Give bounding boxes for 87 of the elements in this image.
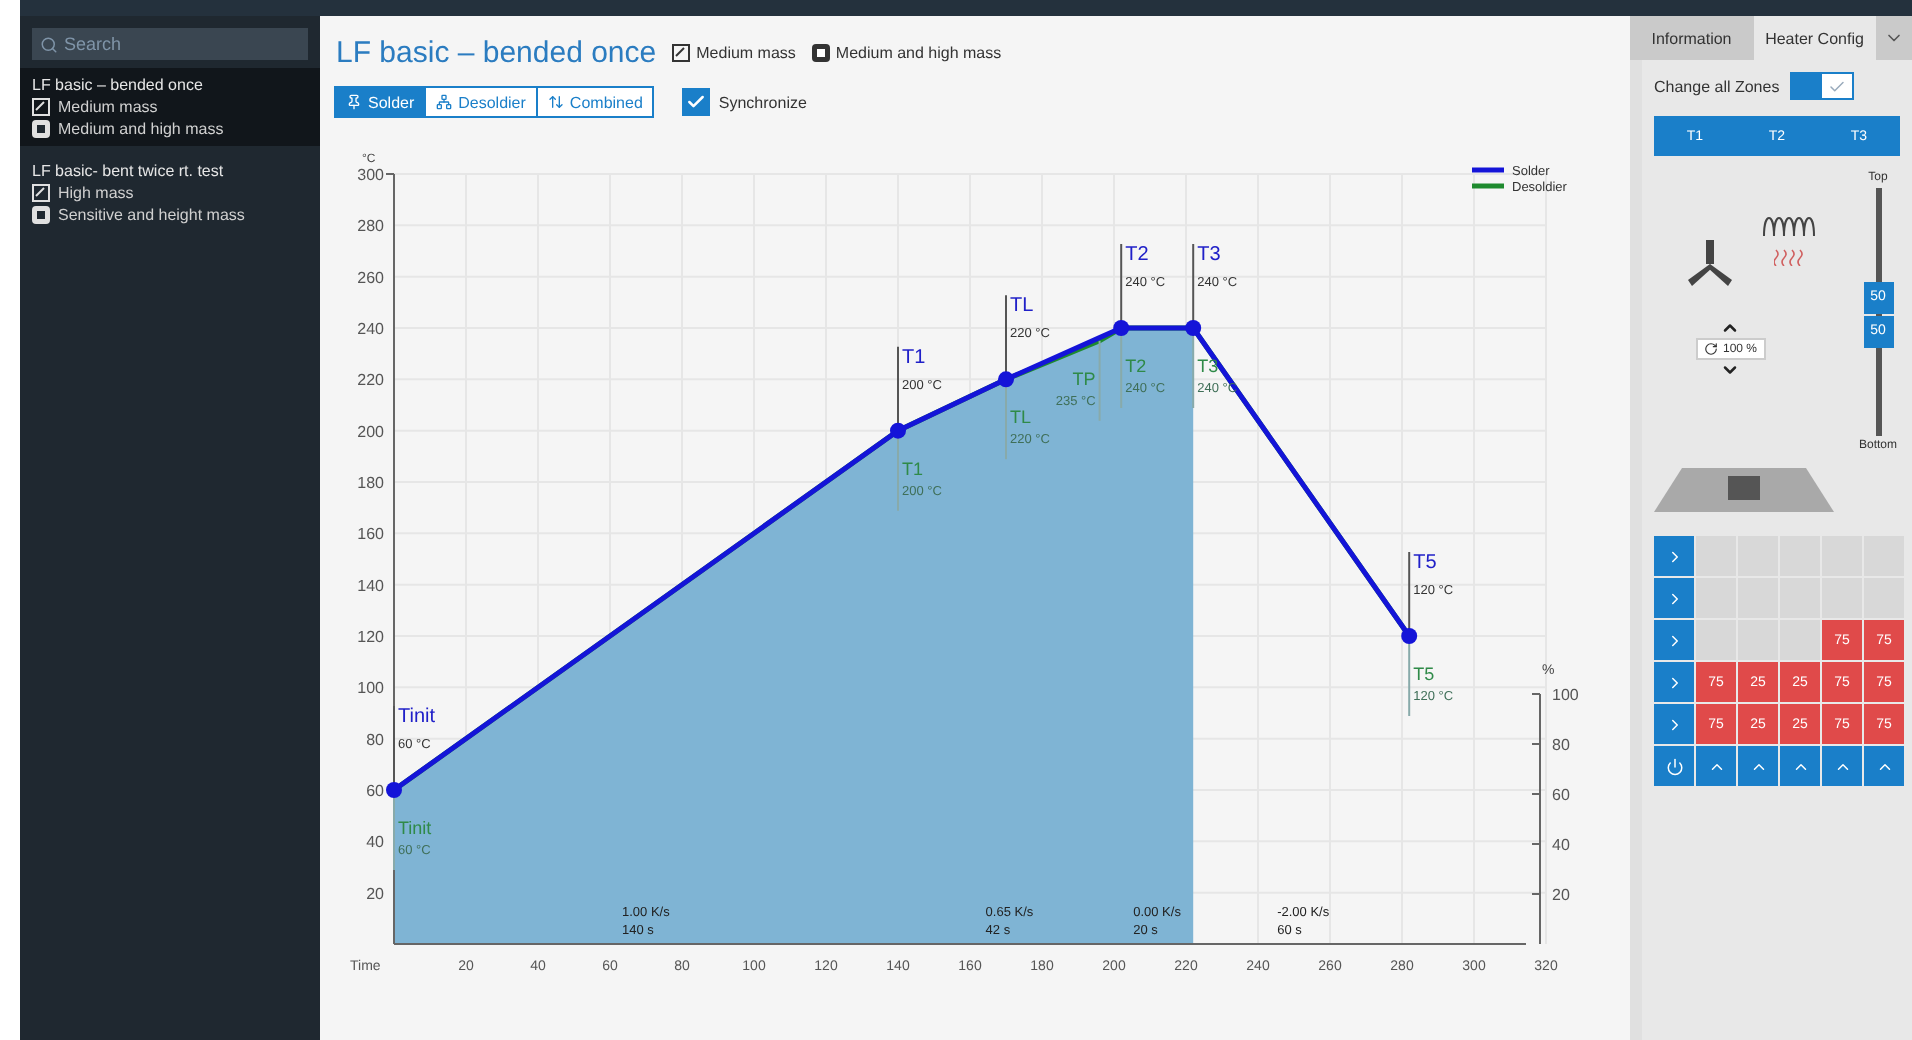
refresh-icon: [1704, 342, 1719, 356]
axis-tick-label: 140: [357, 576, 384, 595]
profile-group[interactable]: LF basic – bended once Medium mass Medium and high mass: [20, 68, 320, 146]
point-label: T1: [902, 458, 924, 479]
square-icon: [32, 98, 50, 116]
point-label: T5: [1413, 664, 1435, 684]
column-button[interactable]: [1738, 746, 1778, 786]
fan-icon: [1683, 240, 1735, 288]
point-label: TP: [1072, 368, 1096, 389]
chip-icon: [32, 206, 50, 224]
row-button[interactable]: [1654, 662, 1694, 702]
profile-title: LF basic – bended once: [336, 36, 657, 70]
dropdown-button[interactable]: [1876, 16, 1912, 60]
point-label: T3: [1197, 356, 1219, 376]
group-item[interactable]: Sensitive and height mass: [58, 206, 245, 224]
square-icon: [32, 184, 50, 202]
group-item[interactable]: Medium mass: [58, 98, 158, 116]
row-button[interactable]: [1654, 536, 1694, 576]
toggle-switch[interactable]: [1789, 72, 1854, 100]
axis-tick-label: 200: [357, 422, 384, 441]
decrease-icon[interactable]: [1720, 360, 1741, 380]
heating-coil-icon: [1759, 212, 1819, 240]
panel-tab[interactable]: Heater Config: [1753, 16, 1876, 60]
axis-tick-label: 120: [357, 628, 384, 646]
axis-tick-label: 240: [357, 320, 384, 338]
checkbox-label: Synchronize: [718, 93, 807, 111]
mass-label: Medium and high mass: [835, 44, 1002, 62]
group-title: LF basic- bent twice rt. test: [32, 162, 226, 180]
toggle-label: Change all Zones: [1654, 77, 1780, 95]
panel-tab[interactable]: Information: [1630, 16, 1753, 60]
point-label: T1: [902, 346, 926, 369]
point-label: T3: [1197, 244, 1221, 266]
mode-tab[interactable]: Combined: [535, 86, 655, 118]
axis-tick-label: 20: [1552, 886, 1570, 904]
column-button[interactable]: [1864, 746, 1904, 786]
chip-icon: [811, 44, 830, 62]
legend-swatch: [1472, 167, 1504, 173]
axis-tick-label: 60: [1552, 786, 1570, 804]
group-item[interactable]: High mass: [58, 184, 134, 202]
point-label: T2: [1125, 356, 1147, 376]
arrows-icon: [547, 94, 564, 110]
point-label: T2: [1125, 244, 1149, 266]
axis-tick-label: 80: [366, 730, 384, 749]
axis-tick-label: 220: [357, 371, 384, 390]
axis-tick-label: 40: [1552, 836, 1570, 854]
point-label: TL: [1010, 407, 1032, 428]
axis-tick-label: 60: [366, 782, 384, 800]
chip-icon: [32, 120, 50, 138]
mode-tab[interactable]: Desoldier: [424, 86, 538, 118]
axis-tick-label: 40: [366, 833, 384, 852]
power-icon: [1665, 757, 1683, 775]
point-label: TL: [1010, 295, 1034, 318]
legend-swatch: [1472, 183, 1504, 189]
row-button[interactable]: [1654, 578, 1694, 618]
square-icon: [672, 44, 691, 62]
column-button[interactable]: [1780, 746, 1820, 786]
network-icon: [436, 94, 453, 110]
data-point: [890, 422, 906, 439]
checkbox[interactable]: [682, 88, 711, 116]
point-label: Tinit: [398, 706, 436, 728]
data-point: [998, 371, 1014, 388]
search-field[interactable]: Search: [32, 28, 308, 60]
check-icon: [686, 92, 707, 112]
leader-line: [1098, 339, 1101, 422]
axis-tick-label: 280: [357, 217, 384, 236]
point-label: Tinit: [398, 818, 432, 838]
mass-label: Medium mass: [696, 44, 796, 62]
pin-icon: [346, 94, 362, 110]
power-button[interactable]: [1654, 746, 1694, 786]
mode-tab[interactable]: Solder: [334, 86, 427, 118]
axis-tick-label: 100: [1552, 686, 1579, 704]
axis-tick-label: 80: [1552, 736, 1570, 754]
check-icon: [1827, 77, 1846, 95]
group-item[interactable]: Medium and high mass: [58, 120, 224, 138]
axis-tick-label: 100: [357, 679, 384, 698]
column-button[interactable]: [1822, 746, 1862, 786]
search-icon: [40, 36, 58, 54]
heat-waves-icon: [1773, 248, 1805, 266]
axis-tick-label: 20: [366, 884, 384, 903]
row-button[interactable]: [1654, 620, 1694, 660]
axis-tick-label: 300: [357, 166, 384, 184]
axis-tick-label: 260: [357, 268, 384, 287]
increase-icon[interactable]: [1720, 318, 1741, 338]
axis-tick-label: 160: [357, 525, 384, 544]
group-title: LF basic – bended once: [32, 76, 205, 94]
axis-tick-label: 180: [357, 474, 384, 492]
point-label: T5: [1413, 552, 1437, 574]
